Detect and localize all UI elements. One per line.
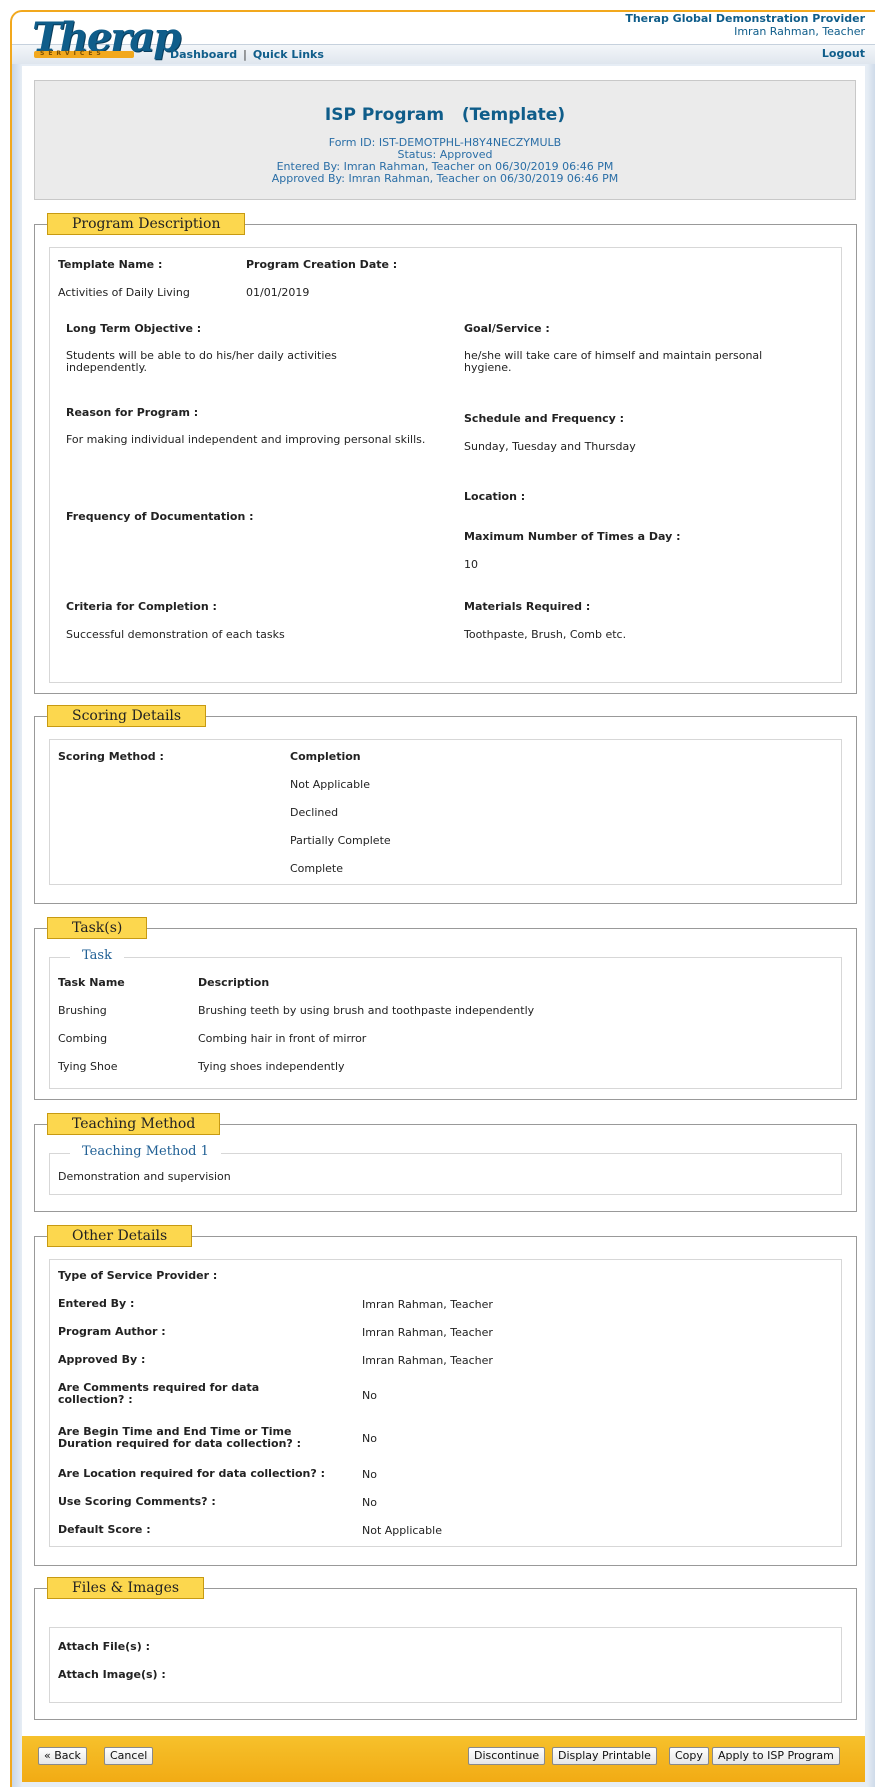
creation-date-value: 01/01/2019 xyxy=(246,286,310,299)
program-author-value: Imran Rahman, Teacher xyxy=(362,1326,493,1339)
page-title: ISP Program (Template) xyxy=(324,105,566,125)
provider-name: Therap Global Demonstration Provider xyxy=(625,12,865,25)
section-legend: Task(s) xyxy=(47,917,148,939)
template-name-value: Activities of Daily Living xyxy=(58,286,190,299)
discontinue-button[interactable]: Discontinue xyxy=(468,1747,546,1765)
location-required-value: No xyxy=(362,1468,377,1481)
section-scoring-details: Scoring Details Scoring Method : Complet… xyxy=(34,705,857,904)
scoring-method-value: Completion xyxy=(290,750,361,763)
program-description-panel: Template Name : Program Creation Date : … xyxy=(49,247,842,683)
scoring-method-label: Scoring Method : xyxy=(58,750,164,763)
form-meta: Form ID: IST-DEMOTPHL-H8Y4NECZYMULB Stat… xyxy=(35,137,855,185)
scoring-option: Partially Complete xyxy=(290,834,391,847)
logo-bar: SERVICES xyxy=(34,50,134,58)
files-panel: Attach File(s) : Attach Image(s) : xyxy=(49,1627,842,1703)
teaching-panel: Teaching Method 1 Demonstration and supe… xyxy=(49,1144,842,1195)
form-approved-by: Approved By: Imran Rahman, Teacher on 06… xyxy=(271,172,619,185)
task-row-desc: Tying shoes independently xyxy=(198,1060,345,1073)
approved-by-label: Approved By : xyxy=(58,1353,146,1366)
scoring-comments-value: No xyxy=(362,1496,377,1509)
display-printable-button[interactable]: Display Printable xyxy=(552,1747,657,1765)
criteria-label: Criteria for Completion : xyxy=(66,600,217,613)
location-label: Location : xyxy=(464,490,526,503)
time-required-label: Are Begin Time and End Time or Time Dura… xyxy=(58,1425,302,1450)
user-name: Imran Rahman, Teacher xyxy=(734,25,865,38)
goal-service-label: Goal/Service : xyxy=(464,322,550,335)
scoring-option: Declined xyxy=(290,806,339,819)
task-desc-header: Description xyxy=(198,976,270,989)
frequency-doc-label: Frequency of Documentation : xyxy=(66,510,254,523)
schedule-label: Schedule and Frequency : xyxy=(464,412,625,425)
section-program-description: Program Description Template Name : Prog… xyxy=(34,213,857,694)
scoring-option: Complete xyxy=(290,862,344,875)
teaching-method-value: Demonstration and supervision xyxy=(58,1170,231,1183)
section-tasks: Task(s) Task Task Name Description Brush… xyxy=(34,917,857,1100)
teaching-sublegend: Teaching Method 1 xyxy=(70,1144,221,1159)
program-author-label: Program Author : xyxy=(58,1325,166,1338)
max-times-value: 10 xyxy=(464,558,478,571)
nav-separator: | xyxy=(243,47,247,61)
comments-required-value: No xyxy=(362,1389,377,1402)
task-row-name: Brushing xyxy=(58,1004,107,1017)
creation-date-label: Program Creation Date : xyxy=(246,258,398,271)
section-legend: Scoring Details xyxy=(47,705,207,727)
logout-link[interactable]: Logout xyxy=(822,47,865,60)
criteria-value: Successful demonstration of each tasks xyxy=(66,628,285,641)
task-name-header: Task Name xyxy=(58,976,125,989)
default-score-value: Not Applicable xyxy=(362,1524,442,1537)
scoring-option: Not Applicable xyxy=(290,778,370,791)
main-content: ISP Program (Template) Form ID: IST-DEMO… xyxy=(22,66,865,1736)
reason-value: For making individual independent and im… xyxy=(66,433,426,446)
time-required-value: No xyxy=(362,1432,377,1445)
materials-value: Toothpaste, Brush, Comb etc. xyxy=(464,628,627,641)
back-button[interactable]: « Back xyxy=(38,1747,87,1765)
section-other-details: Other Details Type of Service Provider :… xyxy=(34,1225,857,1566)
task-row-desc: Brushing teeth by using brush and toothp… xyxy=(198,1004,535,1017)
long-term-objective-value: Students will be able to do his/her dail… xyxy=(66,349,337,374)
provider-info: Therap Global Demonstration Provider Imr… xyxy=(625,12,865,38)
therap-logo[interactable]: Therap SERVICES xyxy=(32,14,181,61)
scoring-comments-label: Use Scoring Comments? : xyxy=(58,1495,216,1508)
task-sublegend: Task xyxy=(70,948,124,963)
location-required-label: Are Location required for data collectio… xyxy=(58,1467,325,1480)
nav-links: Dashboard | Quick Links xyxy=(170,44,324,64)
scoring-panel: Scoring Method : Completion Not Applicab… xyxy=(49,739,842,885)
section-legend: Files & Images xyxy=(47,1577,205,1599)
schedule-value: Sunday, Tuesday and Thursday xyxy=(464,440,636,453)
max-times-label: Maximum Number of Times a Day : xyxy=(464,530,681,543)
template-name-label: Template Name : xyxy=(58,258,163,271)
default-score-label: Default Score : xyxy=(58,1523,151,1536)
task-row-name: Combing xyxy=(58,1032,108,1045)
materials-label: Materials Required : xyxy=(464,600,591,613)
attach-files-label: Attach File(s) : xyxy=(58,1640,150,1653)
form-header: ISP Program (Template) Form ID: IST-DEMO… xyxy=(34,80,856,200)
section-teaching-method: Teaching Method Teaching Method 1 Demons… xyxy=(34,1113,857,1212)
section-legend: Program Description xyxy=(47,213,246,235)
cancel-button[interactable]: Cancel xyxy=(104,1747,154,1765)
tasks-panel: Task Task Name Description Brushing Brus… xyxy=(49,948,842,1089)
other-details-panel: Type of Service Provider : Entered By : … xyxy=(49,1259,842,1547)
logo-sub: SERVICES xyxy=(40,50,105,57)
long-term-objective-label: Long Term Objective : xyxy=(66,322,202,335)
attach-images-label: Attach Image(s) : xyxy=(58,1668,166,1681)
section-legend: Other Details xyxy=(47,1225,193,1247)
task-row-name: Tying Shoe xyxy=(58,1060,118,1073)
entered-by-label: Entered By : xyxy=(58,1297,135,1310)
entered-by-value: Imran Rahman, Teacher xyxy=(362,1298,493,1311)
apply-to-isp-button[interactable]: Apply to ISP Program xyxy=(712,1747,840,1765)
comments-required-label: Are Comments required for data collectio… xyxy=(58,1381,260,1406)
approved-by-value: Imran Rahman, Teacher xyxy=(362,1354,493,1367)
goal-service-value: he/she will take care of himself and mai… xyxy=(464,349,763,374)
footer-action-bar: « Back Cancel Discontinue Display Printa… xyxy=(22,1736,865,1782)
reason-label: Reason for Program : xyxy=(66,406,199,419)
section-legend: Teaching Method xyxy=(47,1113,221,1135)
nav-dashboard[interactable]: Dashboard xyxy=(170,48,237,61)
task-row-desc: Combing hair in front of mirror xyxy=(198,1032,367,1045)
nav-quick-links[interactable]: Quick Links xyxy=(253,48,324,61)
section-files-images: Files & Images Attach File(s) : Attach I… xyxy=(34,1577,857,1720)
service-provider-label: Type of Service Provider : xyxy=(58,1269,218,1282)
copy-button[interactable]: Copy xyxy=(669,1747,709,1765)
